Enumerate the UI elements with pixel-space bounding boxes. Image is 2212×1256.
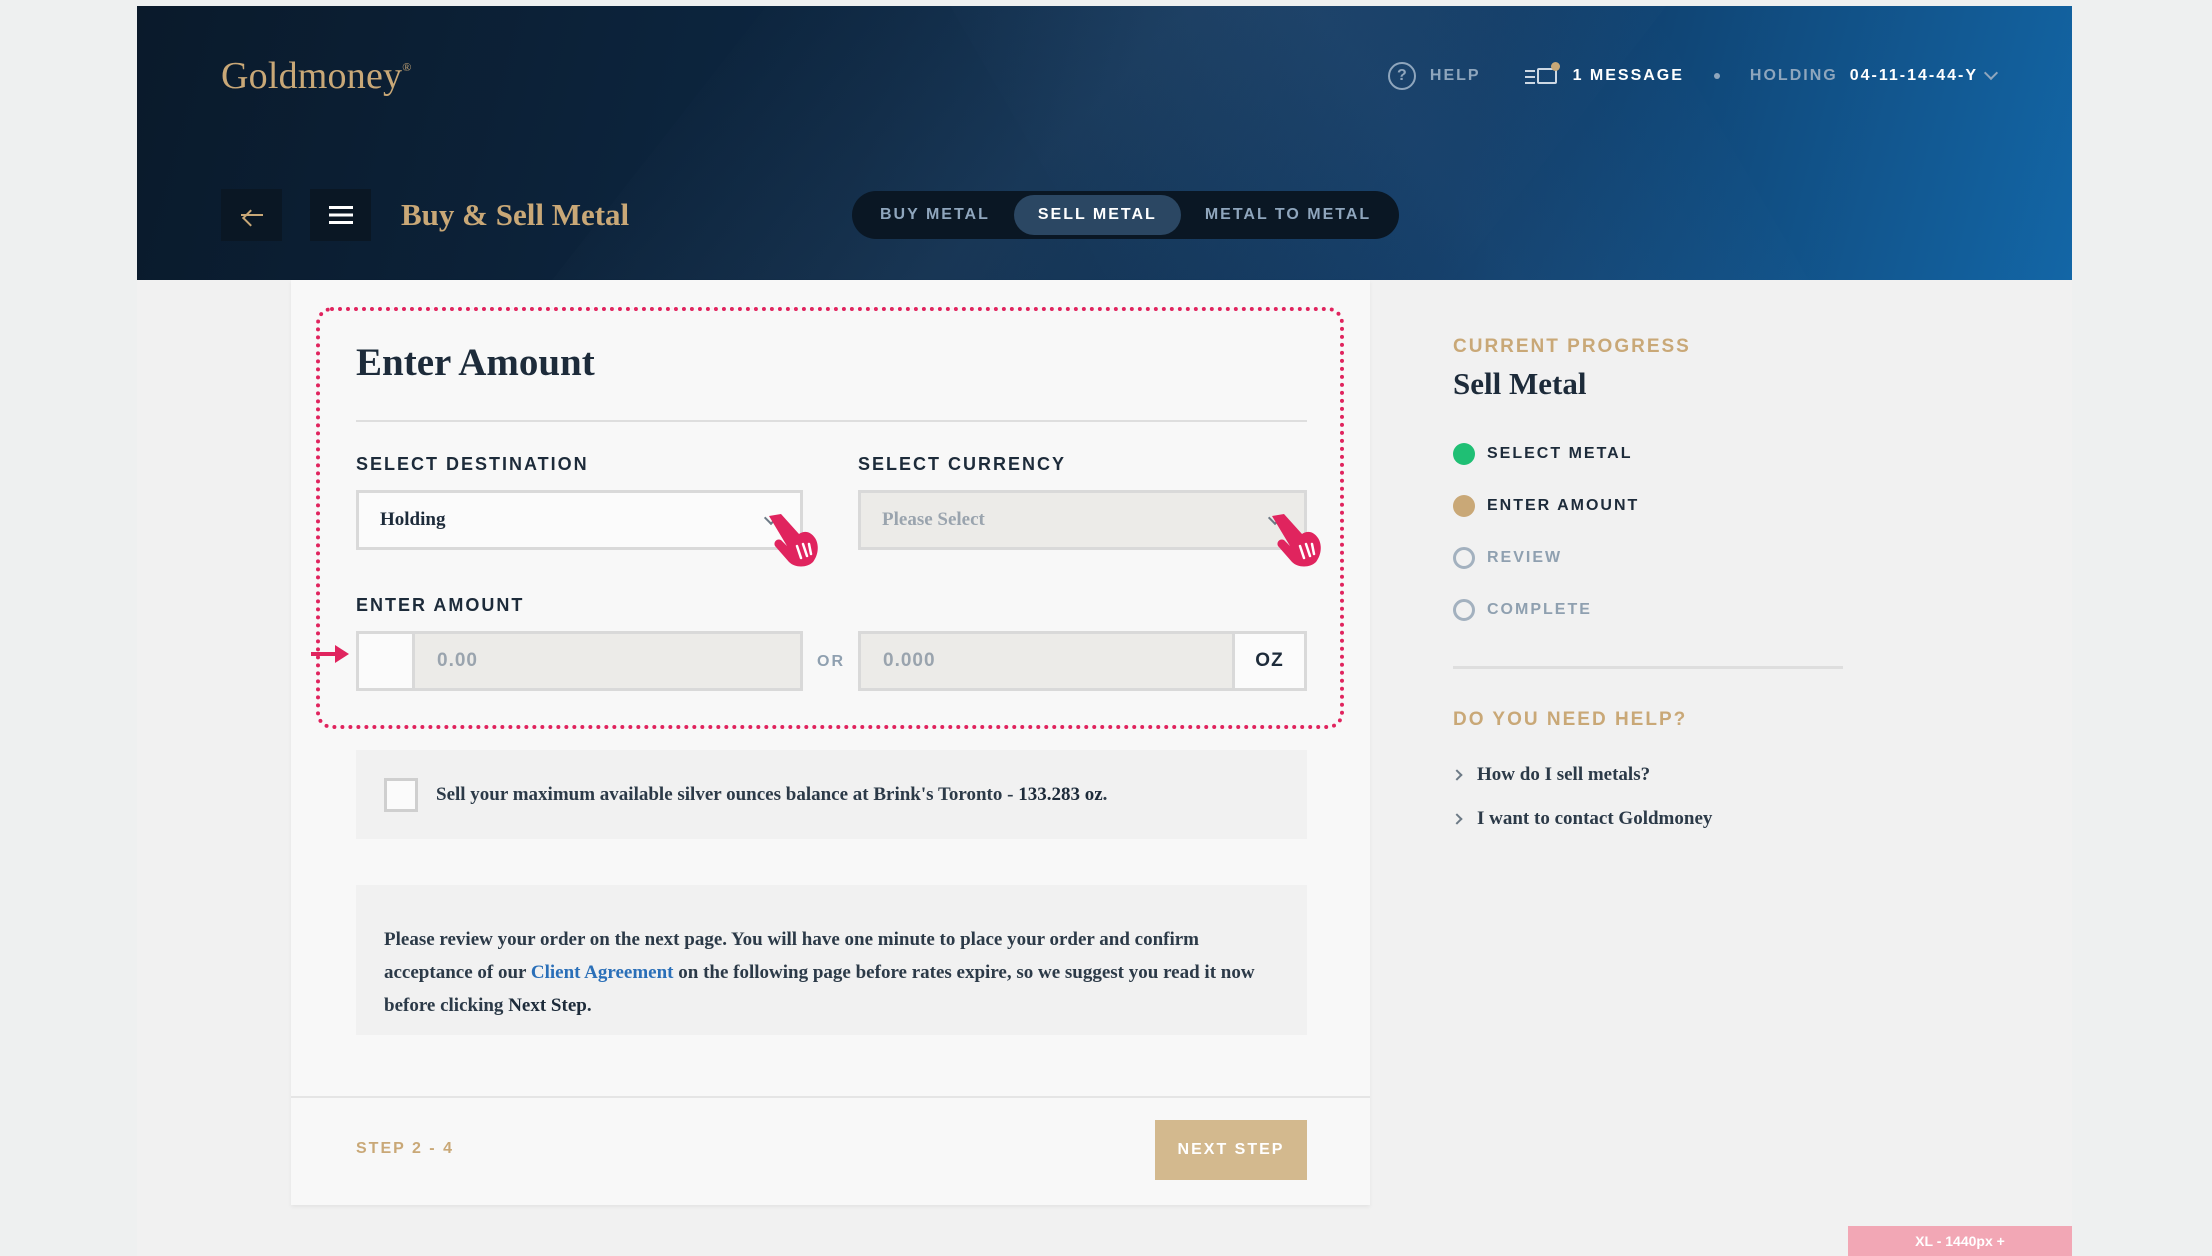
progress-steps: SELECT METAL ENTER AMOUNT REVIEW COMPLET… (1453, 428, 1853, 636)
currency-placeholder: Please Select (882, 509, 985, 530)
currency-label: SELECT CURRENCY (858, 454, 1067, 474)
progress-panel: CURRENT PROGRESS Sell Metal SELECT METAL… (1451, 336, 1853, 841)
progress-step: REVIEW (1453, 532, 1853, 584)
messages-link[interactable]: 1 MESSAGE (1524, 62, 1714, 88)
tab-buy-metal[interactable]: BUY METAL (856, 195, 1014, 235)
chevron-down-icon (1983, 65, 1999, 81)
max-balance-option: Sell your maximum available silver ounce… (356, 750, 1307, 839)
separator-dot (1713, 73, 1720, 79)
enter-amount-card: Enter Amount SELECT DESTINATION Holding … (291, 280, 1370, 1205)
destination-value: Holding (380, 509, 446, 530)
pointer-hand-icon (1272, 514, 1321, 567)
help-label: HELP (1429, 67, 1481, 84)
chevron-right-icon (1451, 769, 1463, 781)
unit-label: OZ (1232, 634, 1304, 688)
title-divider (356, 420, 1307, 422)
progress-step: ENTER AMOUNT (1453, 480, 1853, 532)
tab-sell-metal[interactable]: SELL METAL (1013, 195, 1181, 235)
or-divider: OR (817, 653, 845, 670)
footer-divider (291, 1096, 1370, 1098)
help-links: How do I sell metals? I want to contact … (1451, 753, 1853, 841)
chevron-right-icon (1451, 813, 1463, 825)
client-agreement-link[interactable]: Client Agreement (531, 962, 674, 983)
header: Goldmoney® ? HELP 1 MESSAGE HOLDING 04-1… (137, 6, 2072, 280)
max-balance-checkbox[interactable] (384, 777, 418, 812)
sub-bar: Buy & Sell Metal (221, 189, 629, 241)
arrow-left-icon (240, 214, 263, 216)
step-indicator: STEP 2 - 4 (356, 1140, 454, 1157)
currency-amount-input[interactable]: 0.00 (356, 631, 803, 691)
holding-selector[interactable]: HOLDING 04-11-14-44-Y (1749, 65, 1999, 85)
progress-step: SELECT METAL (1453, 428, 1853, 480)
step-current-icon (1453, 495, 1475, 517)
messages-label: 1 MESSAGE (1572, 67, 1684, 84)
menu-button[interactable] (310, 189, 371, 241)
back-button[interactable] (221, 189, 282, 241)
help-heading: DO YOU NEED HELP? (1453, 709, 1688, 730)
step-complete-icon (1453, 443, 1475, 465)
top-nav: ? HELP 1 MESSAGE HOLDING 04-11-14-44-Y (1387, 62, 1999, 90)
goldmoney-logo[interactable]: Goldmoney® (221, 54, 412, 98)
form-title: Enter Amount (356, 341, 595, 384)
breakpoint-badge: XL - 1440px + (1848, 1226, 2072, 1256)
ounce-amount-input[interactable]: 0.000 OZ (858, 631, 1307, 691)
currency-amount-placeholder: 0.00 (437, 650, 478, 671)
help-icon: ? (1387, 62, 1416, 90)
help-link-sell-metals[interactable]: How do I sell metals? (1451, 753, 1853, 797)
progress-step: COMPLETE (1453, 584, 1853, 636)
amount-label: ENTER AMOUNT (356, 595, 525, 615)
message-icon (1524, 62, 1560, 88)
pointer-hand-icon (769, 514, 818, 567)
max-balance-text: Sell your maximum available silver ounce… (436, 783, 1108, 805)
currency-symbol-slot (359, 634, 415, 688)
step-pending-icon (1453, 599, 1475, 621)
hamburger-icon (328, 206, 353, 224)
holding-label: HOLDING (1749, 67, 1838, 84)
progress-eyebrow: CURRENT PROGRESS (1453, 336, 1691, 357)
holding-value: 04-11-14-44-Y (1849, 67, 1978, 84)
arrow-right-icon (311, 645, 349, 663)
next-step-button[interactable]: NEXT STEP (1155, 1120, 1307, 1180)
metal-tabs: BUY METAL SELL METAL METAL TO METAL (852, 191, 1400, 239)
review-notice: Please review your order on the next pag… (356, 885, 1307, 1035)
panel-divider (1453, 666, 1843, 669)
app-frame: Goldmoney® ? HELP 1 MESSAGE HOLDING 04-1… (137, 6, 2072, 1256)
page-title: Buy & Sell Metal (401, 197, 630, 232)
ounce-amount-placeholder: 0.000 (883, 650, 936, 671)
help-link[interactable]: ? HELP (1387, 62, 1525, 90)
destination-label: SELECT DESTINATION (356, 454, 589, 474)
tab-metal-to-metal[interactable]: METAL TO METAL (1181, 195, 1395, 235)
step-pending-icon (1453, 547, 1475, 569)
destination-select[interactable]: Holding (356, 490, 803, 550)
help-link-contact[interactable]: I want to contact Goldmoney (1451, 797, 1853, 841)
currency-select[interactable]: Please Select (858, 490, 1307, 550)
progress-title: Sell Metal (1453, 366, 1587, 401)
